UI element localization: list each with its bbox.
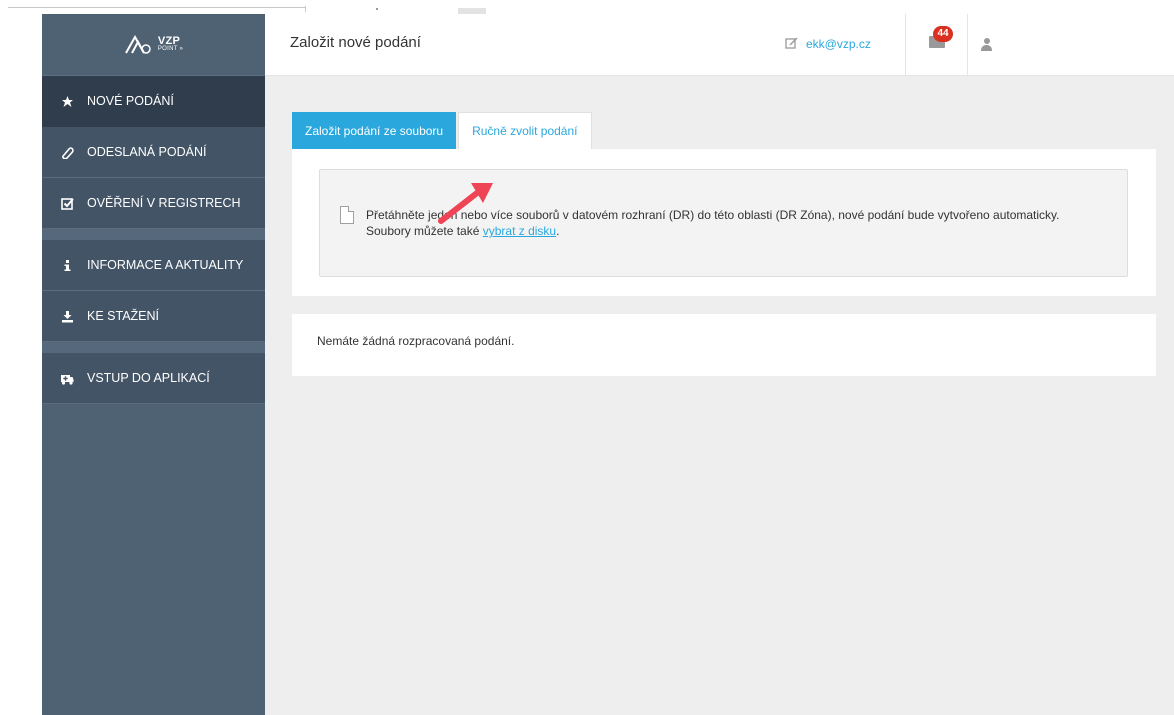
upload-panel: Přetáhněte jeden nebo více souborů v dat… [292, 149, 1156, 296]
dropzone-alt-line: Soubory můžete také vybrat z disku. [366, 224, 560, 238]
sidebar-item-label: KE STAŽENÍ [87, 309, 160, 323]
top-bar: Založit nové podání ekk@vzp.cz 44 [265, 14, 1174, 76]
nav-divider [42, 342, 265, 353]
strip-dot [376, 8, 378, 10]
sidebar-item-informace-a-aktuality[interactable]: INFORMACE A AKTUALITY [42, 240, 265, 291]
vzp-point-logo[interactable]: VZP POINT » [124, 34, 184, 55]
download-icon [60, 309, 74, 323]
strip-tick [305, 6, 306, 12]
sidebar-item-odeslana-podani[interactable]: ODESLANÁ PODÁNÍ [42, 127, 265, 178]
sidebar-item-overeni-v-registrech[interactable]: OVĚŘENÍ V REGISTRECH [42, 178, 265, 229]
user-email-text: ekk@vzp.cz [806, 37, 871, 51]
sidebar: VZP POINT » NOVÉ PODÁNÍ ODESLANÁ PODÁNÍ … [42, 14, 265, 715]
paperclip-icon [60, 145, 74, 159]
logo-text: VZP POINT » [157, 34, 184, 53]
tab-manual-select[interactable]: Ručně zvolit podání [458, 112, 592, 149]
main-content: Založit podání ze souboru Ručně zvolit p… [265, 76, 1174, 715]
user-icon[interactable] [981, 38, 992, 52]
browser-top-strip [0, 0, 1174, 14]
sidebar-item-vstup-do-aplikaci[interactable]: VSTUP DO APLIKACÍ [42, 353, 265, 404]
messages-button[interactable]: 44 [929, 26, 953, 48]
sidebar-item-label: ODESLANÁ PODÁNÍ [87, 145, 207, 159]
checkbox-icon [60, 196, 74, 210]
logo-subtitle: POINT » [157, 45, 184, 52]
sidebar-item-label: NOVÉ PODÁNÍ [87, 94, 174, 108]
header-separator [905, 14, 906, 76]
drafts-panel: Nemáte žádná rozpracovaná podání. [292, 314, 1156, 376]
select-from-disk-link[interactable]: vybrat z disku [483, 224, 556, 238]
header-separator [967, 14, 968, 76]
no-drafts-message: Nemáte žádná rozpracovaná podání. [317, 334, 515, 348]
tab-from-file[interactable]: Založit podání ze souboru [292, 112, 457, 149]
ambulance-icon [60, 371, 74, 385]
user-icon-body [981, 45, 992, 51]
strip-line [8, 7, 306, 8]
annotation-arrow-icon [438, 183, 493, 224]
sidebar-item-label: VSTUP DO APLIKACÍ [87, 371, 210, 385]
sidebar-item-ke-stazeni[interactable]: KE STAŽENÍ [42, 291, 265, 342]
message-count-badge: 44 [933, 26, 953, 42]
user-icon-head [984, 38, 990, 44]
page-title: Založit nové podání [290, 34, 421, 51]
logo-title: VZP [157, 34, 181, 47]
logo-area: VZP POINT » [42, 14, 265, 76]
vzp-logo-icon [124, 34, 151, 54]
edit-icon [785, 36, 798, 52]
user-email-link[interactable]: ekk@vzp.cz [785, 36, 871, 52]
nav-divider [42, 229, 265, 240]
file-icon [340, 206, 354, 224]
info-icon [60, 258, 74, 272]
leaf-icon [60, 94, 74, 108]
sidebar-item-label: OVĚŘENÍ V REGISTRECH [87, 196, 241, 210]
sidebar-item-label: INFORMACE A AKTUALITY [87, 258, 244, 272]
sidebar-item-nove-podani[interactable]: NOVÉ PODÁNÍ [42, 76, 265, 127]
submission-tabs: Založit podání ze souboru Ručně zvolit p… [292, 112, 592, 149]
